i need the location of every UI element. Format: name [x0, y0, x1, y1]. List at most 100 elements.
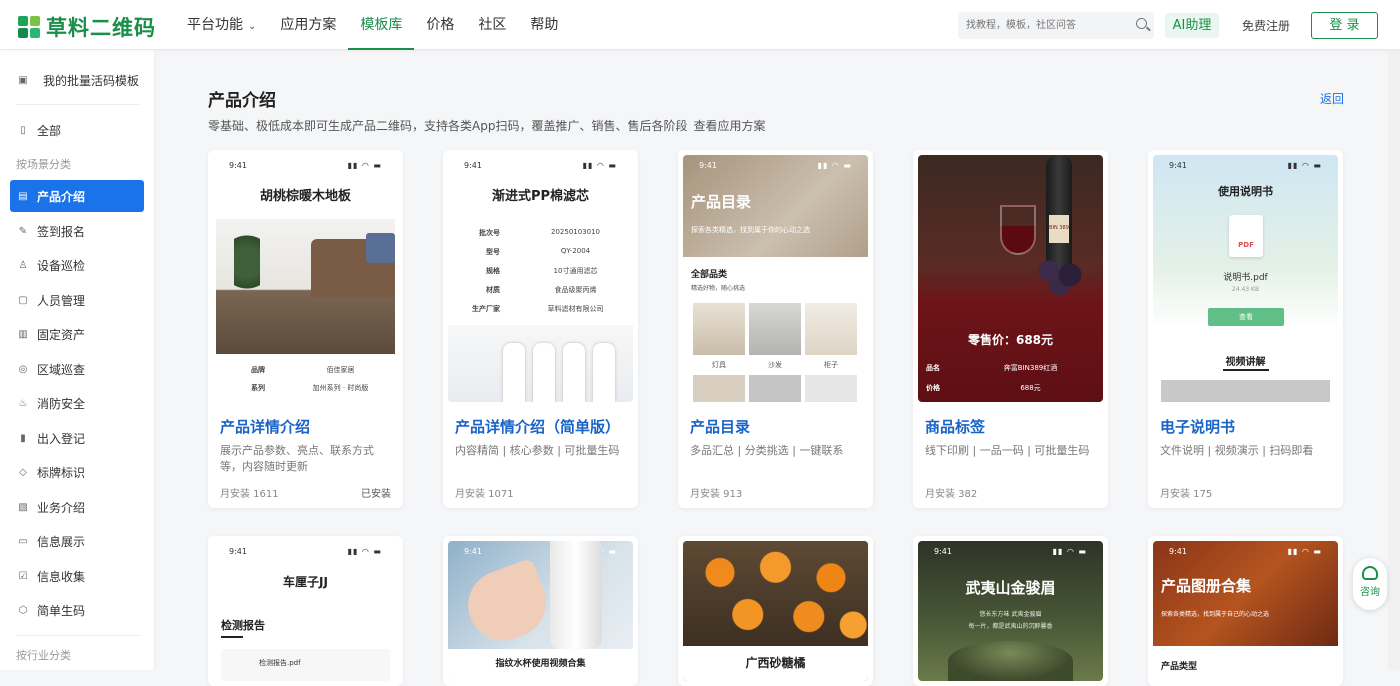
ai-assistant-button[interactable]: AI助理 [1165, 13, 1219, 38]
spec-key: 型号 [486, 248, 500, 256]
sidebar-item-label: 信息收集 [37, 569, 86, 584]
section-subtitle: 精选好物，随心挑选 [691, 285, 746, 292]
sidebar-item-area-patrol[interactable]: ◎ 区域巡查 [10, 353, 144, 385]
sidebar-my-templates[interactable]: ▣ 我的批量活码模板 [16, 72, 139, 89]
nav-label: 社区 [478, 17, 507, 33]
banner-subtitle: 探索各类精选，找到属于你的心动之选 [691, 226, 810, 234]
file-size: 24.43 KB [1231, 286, 1260, 293]
nav-help[interactable]: 帮助 [518, 0, 570, 50]
back-link[interactable]: 返回 [1320, 90, 1344, 107]
sidebar-item-inspection[interactable]: ♙ 设备巡检 [10, 249, 144, 281]
phone-status-bar: 9:41 ▮▮ ◠ ▬ [1153, 155, 1338, 173]
category-label-industry: 按行业分类 [16, 649, 71, 662]
sidebar-item-info-display[interactable]: ▭ 信息展示 [10, 525, 144, 557]
phone-status-bar: 9:41 ▮▮ ◠ ▬ [448, 155, 633, 173]
sidebar-item-label: 人员管理 [37, 293, 86, 308]
video-section-title: 视频讲解 [1225, 357, 1266, 368]
nav-community[interactable]: 社区 [466, 0, 518, 50]
install-count: 月安装 175 [1160, 489, 1213, 500]
asset-icon: ▥ [18, 328, 28, 340]
spec-row: 规格 10寸通用滤芯 [448, 266, 633, 276]
template-card[interactable]: 9:41 ▮▮ ◠ ▬ 车厘子JJ 检测报告 检测报告.pdf [208, 536, 403, 686]
template-card[interactable]: 9:41 ▮▮ ◠ ▬ 使用说明书 PDF 说明书.pdf 24.43 KB 查看… [1148, 150, 1343, 508]
phone-status-bar: 9:41 ▮▮ ◠ ▬ [1153, 541, 1338, 559]
banner-title: 产品目录 [691, 193, 752, 211]
spec-row: 生产厂家 草料滤材有限公司 [448, 304, 633, 314]
sidebar-item-signage[interactable]: ◇ 标牌标识 [10, 456, 144, 488]
nav-template-library[interactable]: 模板库 [348, 0, 415, 50]
section-title: 全部品类 [691, 270, 728, 280]
product-thumb [805, 375, 857, 402]
template-card[interactable]: 9:41 ▮▮ ◠ ▬ 武夷山金骏眉 悠长东方味 武夷金骏眉 每一片，都是武夷山的… [913, 536, 1108, 686]
template-card[interactable]: 9:41▮▮ ◠ ▬ 指纹水杯使用视频合集 [443, 536, 638, 686]
consult-floating-button[interactable]: 咨询 [1353, 558, 1387, 610]
filter-photo [448, 325, 633, 402]
preview-heading: 胡桃棕暖木地板 [259, 189, 351, 204]
report-file-row: 检测报告.pdf [221, 649, 390, 681]
spec-key: 系列 [251, 384, 265, 392]
template-card[interactable]: 9:41 ▮▮ ◠ ▬ 产品图册合集 探索各类精选，找到属于自己的心动之选 产品类… [1148, 536, 1343, 686]
logo-text: 草料二维码 [46, 16, 156, 40]
preview-heading: 渐进式PP棉滤芯 [491, 189, 590, 204]
spec-row: 品名 奔富BIN389红酒 [918, 363, 1103, 373]
card-description: 线下印刷 | 一品一码 | 可批量生码 [925, 444, 1090, 457]
pdf-file-icon: PDF [1229, 215, 1263, 257]
installed-badge: 已安装 [361, 489, 391, 500]
page-scrollbar[interactable] [1388, 50, 1400, 670]
nav-label: 平台功能 [187, 17, 243, 33]
sidebar-item-product-intro[interactable]: ▤ 产品介绍 [10, 180, 144, 212]
tag-icon: ◇ [19, 466, 27, 478]
sidebar-item-label: 固定资产 [37, 327, 86, 342]
view-solution-link[interactable]: 查看应用方案 [693, 119, 765, 133]
template-card[interactable]: 9:41 ▮▮ ◠ ▬ 产品目录 探索各类精选，找到属于你的心动之选 全部品类 精… [678, 150, 873, 508]
install-count: 月安装 1071 [455, 489, 514, 500]
login-button[interactable]: 登 录 [1311, 12, 1378, 39]
nav-platform-features[interactable]: 平台功能 ⌄ [175, 0, 268, 50]
signal-icon: ▮▮ ◠ ▬ [1287, 161, 1322, 170]
sidebar-item-info-collect[interactable]: ☑ 信息收集 [10, 560, 144, 592]
search-input[interactable] [958, 12, 1154, 39]
preview-subtitle: 每一片，都是武夷山的沉醉馨香 [968, 623, 1053, 630]
top-navigation-bar: 草料二维码 平台功能⌄ 应用方案 模板库 价格 社区 帮助 AI助理 免费注册 … [0, 0, 1400, 50]
section-underline [1223, 369, 1269, 371]
template-card[interactable]: 9:41 ▮▮ ◠ ▬ 胡桃棕暖木地板 品牌 佰佳家居 系列 加州系列 · 时尚版 产… [208, 150, 403, 508]
oranges-image [683, 541, 868, 646]
sidebar-item-all[interactable]: ▯ 全部 [10, 114, 144, 146]
template-preview: 9:41 ▮▮ ◠ ▬ 产品图册合集 探索各类精选，找到属于自己的心动之选 产品类… [1153, 541, 1338, 681]
template-card[interactable]: 广西砂糖橘 [678, 536, 873, 686]
spec-value: 10寸通用滤芯 [553, 267, 598, 275]
template-preview: BIN 389 零售价：688元 品名 奔富BIN389红酒 价格 688元 [918, 155, 1103, 402]
thumb-label: 沙发 [768, 361, 782, 369]
sidebar-item-business-intro[interactable]: ▧ 业务介绍 [10, 491, 144, 523]
logo[interactable]: 草料二维码 [18, 12, 156, 42]
nav-solutions[interactable]: 应用方案 [268, 0, 348, 50]
sidebar-item-fire-safety[interactable]: ♨ 消防安全 [10, 387, 144, 419]
register-link[interactable]: 免费注册 [1242, 17, 1290, 34]
file-name: 检测报告.pdf [259, 659, 301, 667]
sidebar-item-personnel[interactable]: ▢ 人员管理 [10, 284, 144, 316]
product-icon: ▤ [18, 190, 28, 202]
spec-row: 批次号 20250103010 [448, 228, 633, 238]
card-title: 产品详情介绍 [220, 418, 311, 436]
nav-pricing[interactable]: 价格 [414, 0, 466, 50]
banner-subtitle: 探索各类精选，找到属于自己的心动之选 [1161, 611, 1270, 618]
hand-image [458, 557, 556, 651]
spec-value: QY-2004 [560, 247, 591, 255]
spec-value: 688元 [1020, 384, 1041, 392]
phone-status-bar: 9:41 ▮▮ ◠ ▬ [918, 541, 1103, 559]
template-card[interactable]: BIN 389 零售价：688元 品名 奔富BIN389红酒 价格 688元 商品标… [913, 150, 1108, 508]
sidebar-item-access-log[interactable]: ▮ 出入登记 [10, 422, 144, 454]
sidebar-item-fixed-assets[interactable]: ▥ 固定资产 [10, 318, 144, 350]
spec-value: 加州系列 · 时尚版 [312, 384, 369, 392]
phone-status-bar: 9:41 ▮▮ ◠ ▬ [213, 155, 398, 173]
search-icon[interactable] [1136, 18, 1147, 29]
retail-price: 零售价：688元 [967, 333, 1054, 347]
sidebar-item-simple-code[interactable]: ⬡ 简单生码 [10, 594, 144, 626]
sidebar-item-checkin[interactable]: ✎ 签到报名 [10, 215, 144, 247]
spec-key: 生产厂家 [472, 305, 500, 313]
nav-label: 价格 [426, 17, 455, 33]
template-card[interactable]: 9:41 ▮▮ ◠ ▬ 渐进式PP棉滤芯 批次号 20250103010 型号 QY-… [443, 150, 638, 508]
location-icon: ◎ [18, 363, 28, 375]
status-time: 9:41 [1169, 161, 1187, 170]
card-description: 多品汇总 | 分类挑选 | 一键联系 [690, 444, 844, 457]
